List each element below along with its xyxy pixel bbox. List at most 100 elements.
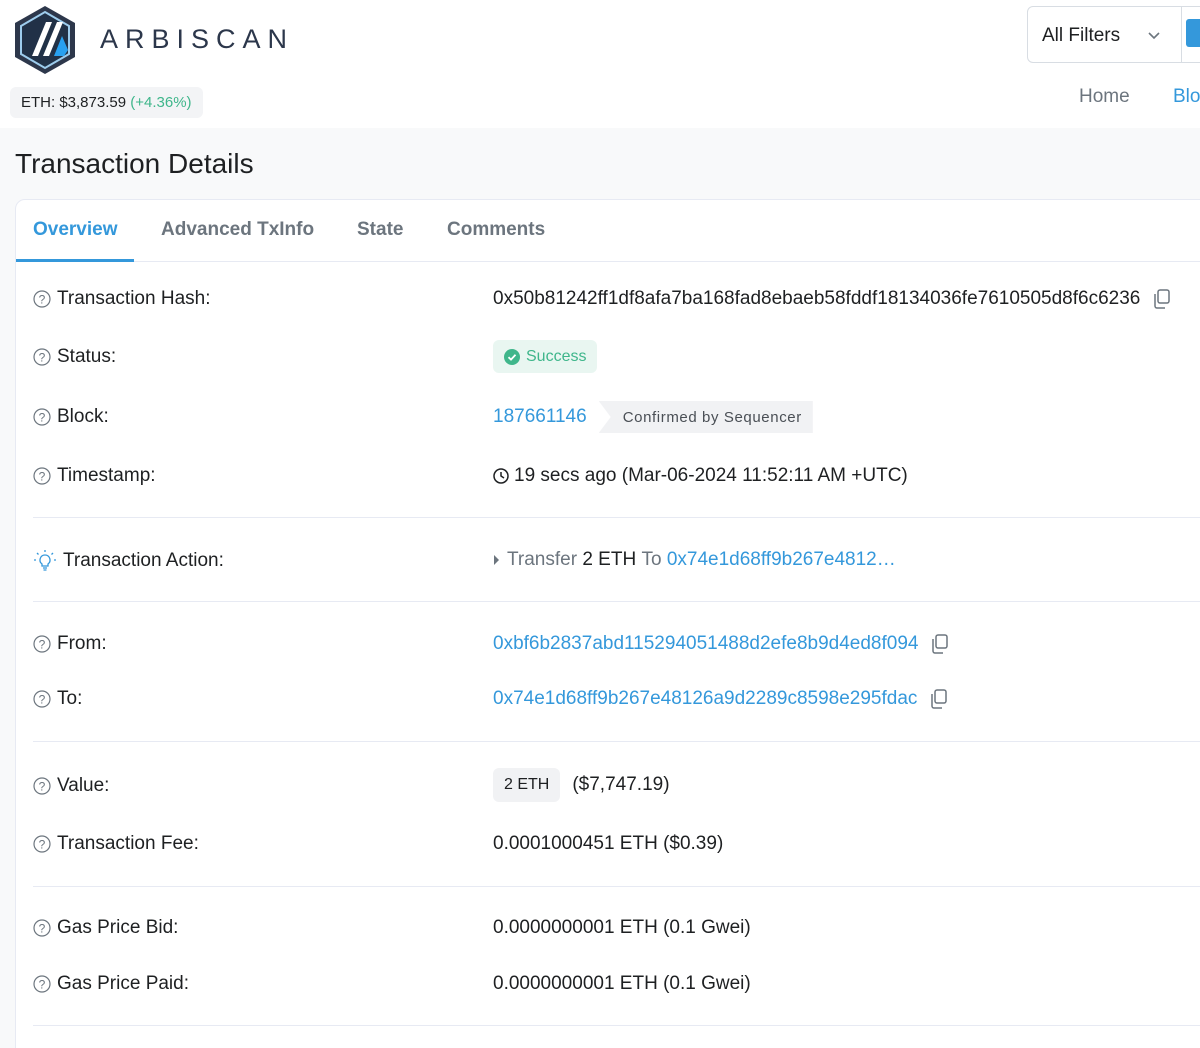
value-usd: ($7,747.19) — [572, 774, 670, 795]
question-circle-icon[interactable]: ? — [33, 919, 51, 937]
timestamp-label-text: Timestamp: — [57, 465, 156, 486]
eth-price-change: (+4.36%) — [130, 94, 192, 111]
fee-label: ? Transaction Fee: — [33, 833, 199, 855]
svg-text:?: ? — [39, 838, 46, 852]
status-badge: Success — [493, 340, 598, 373]
nav-home-link[interactable]: Home — [1079, 86, 1130, 108]
tab-bar: Overview Advanced TxInfo State Comments — [16, 200, 1200, 262]
svg-text:?: ? — [39, 351, 46, 365]
lightbulb-icon[interactable] — [33, 549, 57, 573]
svg-text:?: ? — [39, 922, 46, 936]
action-verb: Transfer — [507, 549, 578, 570]
question-circle-icon[interactable]: ? — [33, 835, 51, 853]
to-label-text: To: — [57, 688, 83, 709]
copy-icon[interactable] — [931, 634, 949, 654]
gas-bid-label: ? Gas Price Bid: — [33, 917, 178, 939]
svg-text:?: ? — [39, 470, 46, 484]
page-title: Transaction Details — [15, 148, 254, 179]
gas-paid-value: 0.0000000001 ETH (0.1 Gwei) — [493, 973, 751, 994]
timestamp-text: 19 secs ago (Mar-06-2024 11:52:11 AM +UT… — [514, 465, 908, 486]
copy-icon[interactable] — [930, 689, 948, 709]
svg-text:?: ? — [39, 693, 46, 707]
from-value-row: 0xbf6b2837abd115294051488d2efe8b9d4ed8f0… — [493, 633, 949, 655]
svg-text:?: ? — [39, 780, 46, 794]
eth-amount-chip: 2 ETH — [493, 768, 561, 802]
section-divider — [33, 1025, 1200, 1026]
gas-bid-value-row: 0.0000000001 ETH (0.1 Gwei) — [493, 917, 751, 939]
svg-text:?: ? — [39, 638, 46, 652]
question-circle-icon[interactable]: ? — [33, 777, 51, 795]
action-amount: 2 ETH — [582, 549, 637, 570]
check-circle-icon — [504, 348, 520, 365]
svg-text:?: ? — [39, 978, 46, 992]
value-label-text: Value: — [57, 775, 110, 796]
tab-state[interactable]: State — [357, 219, 403, 241]
copy-icon[interactable] — [1153, 289, 1171, 309]
action-to-address-link[interactable]: 0x74e1d68ff9b267e4812… — [667, 549, 896, 571]
value-label: ? Value: — [33, 775, 109, 797]
status-label: ? Status: — [33, 346, 116, 368]
fee-value-row: 0.0001000451 ETH ($0.39) — [493, 833, 723, 855]
gas-paid-label: ? Gas Price Paid: — [33, 973, 189, 995]
search-input-edge[interactable] — [1186, 19, 1200, 47]
section-divider — [33, 601, 1200, 602]
fee-value: 0.0001000451 ETH ($0.39) — [493, 833, 724, 854]
question-circle-icon[interactable]: ? — [33, 348, 51, 366]
filter-label: All Filters — [1042, 25, 1121, 46]
question-circle-icon[interactable]: ? — [33, 467, 51, 485]
question-circle-icon[interactable]: ? — [33, 408, 51, 426]
eth-price: ETH: $3,873.59 — [21, 94, 127, 111]
from-address-link[interactable]: 0xbf6b2837abd115294051488d2efe8b9d4ed8f0… — [493, 633, 918, 655]
search-filter-select[interactable]: All Filters — [1027, 6, 1200, 63]
to-label: ? To: — [33, 688, 82, 710]
caret-right-icon[interactable] — [493, 555, 501, 565]
section-divider — [33, 886, 1200, 887]
from-label: ? From: — [33, 633, 107, 655]
block-value-row: 187661146 Confirmed by Sequencer — [493, 401, 813, 433]
action-label: Transaction Action: — [33, 549, 224, 573]
filter-divider — [1181, 7, 1182, 62]
gas-bid-value: 0.0000000001 ETH (0.1 Gwei) — [493, 917, 751, 938]
question-circle-icon[interactable]: ? — [33, 975, 51, 993]
chevron-down-icon — [1148, 32, 1160, 40]
arbiscan-logo-icon[interactable] — [12, 4, 78, 76]
sequencer-badge: Confirmed by Sequencer — [598, 401, 813, 433]
brand-name[interactable]: ARBISCAN — [100, 24, 294, 55]
question-circle-icon[interactable]: ? — [33, 690, 51, 708]
section-divider — [33, 741, 1200, 742]
tab-overview[interactable]: Overview — [33, 219, 118, 241]
timestamp-value-row: 19 secs ago (Mar-06-2024 11:52:11 AM +UT… — [493, 465, 908, 487]
status-value-row: Success — [493, 340, 598, 373]
action-to-word: To — [641, 549, 662, 570]
gas-bid-label-text: Gas Price Bid: — [57, 917, 179, 938]
active-tab-indicator — [16, 259, 134, 262]
to-address-link[interactable]: 0x74e1d68ff9b267e48126a9d2289c8598e295fd… — [493, 688, 917, 710]
hash-value-row: 0x50b81242ff1df8afa7ba168fad8ebaeb58fddf… — [493, 288, 1171, 310]
block-label-text: Block: — [57, 406, 109, 427]
clock-icon — [493, 468, 509, 484]
gas-paid-value-row: 0.0000000001 ETH (0.1 Gwei) — [493, 973, 751, 995]
fee-label-text: Transaction Fee: — [57, 833, 199, 854]
transaction-details-card: Overview Advanced TxInfo State Comments … — [15, 199, 1200, 1048]
tab-advanced-txinfo[interactable]: Advanced TxInfo — [161, 219, 314, 241]
nav-blockchain-link[interactable]: Blo — [1173, 86, 1200, 108]
action-label-text: Transaction Action: — [63, 550, 224, 571]
action-value-row: Transfer 2 ETH To 0x74e1d68ff9b267e4812… — [493, 549, 896, 571]
section-divider — [33, 517, 1200, 518]
block-number-link[interactable]: 187661146 — [493, 406, 587, 428]
svg-text:?: ? — [39, 293, 46, 307]
question-circle-icon[interactable]: ? — [33, 635, 51, 653]
question-circle-icon[interactable]: ? — [33, 290, 51, 308]
value-value-row: 2 ETH ($7,747.19) — [493, 768, 670, 802]
hash-label-text: Transaction Hash: — [57, 288, 211, 309]
gas-paid-label-text: Gas Price Paid: — [57, 973, 189, 994]
svg-text:?: ? — [39, 411, 46, 425]
tab-comments[interactable]: Comments — [447, 219, 545, 241]
transaction-hash: 0x50b81242ff1df8afa7ba168fad8ebaeb58fddf… — [493, 288, 1141, 309]
timestamp-label: ? Timestamp: — [33, 465, 156, 487]
to-value-row: 0x74e1d68ff9b267e48126a9d2289c8598e295fd… — [493, 688, 948, 710]
eth-price-badge: ETH: $3,873.59 (+4.36%) — [10, 87, 203, 118]
from-label-text: From: — [57, 633, 107, 654]
status-text: Success — [526, 347, 587, 365]
block-label: ? Block: — [33, 406, 109, 428]
